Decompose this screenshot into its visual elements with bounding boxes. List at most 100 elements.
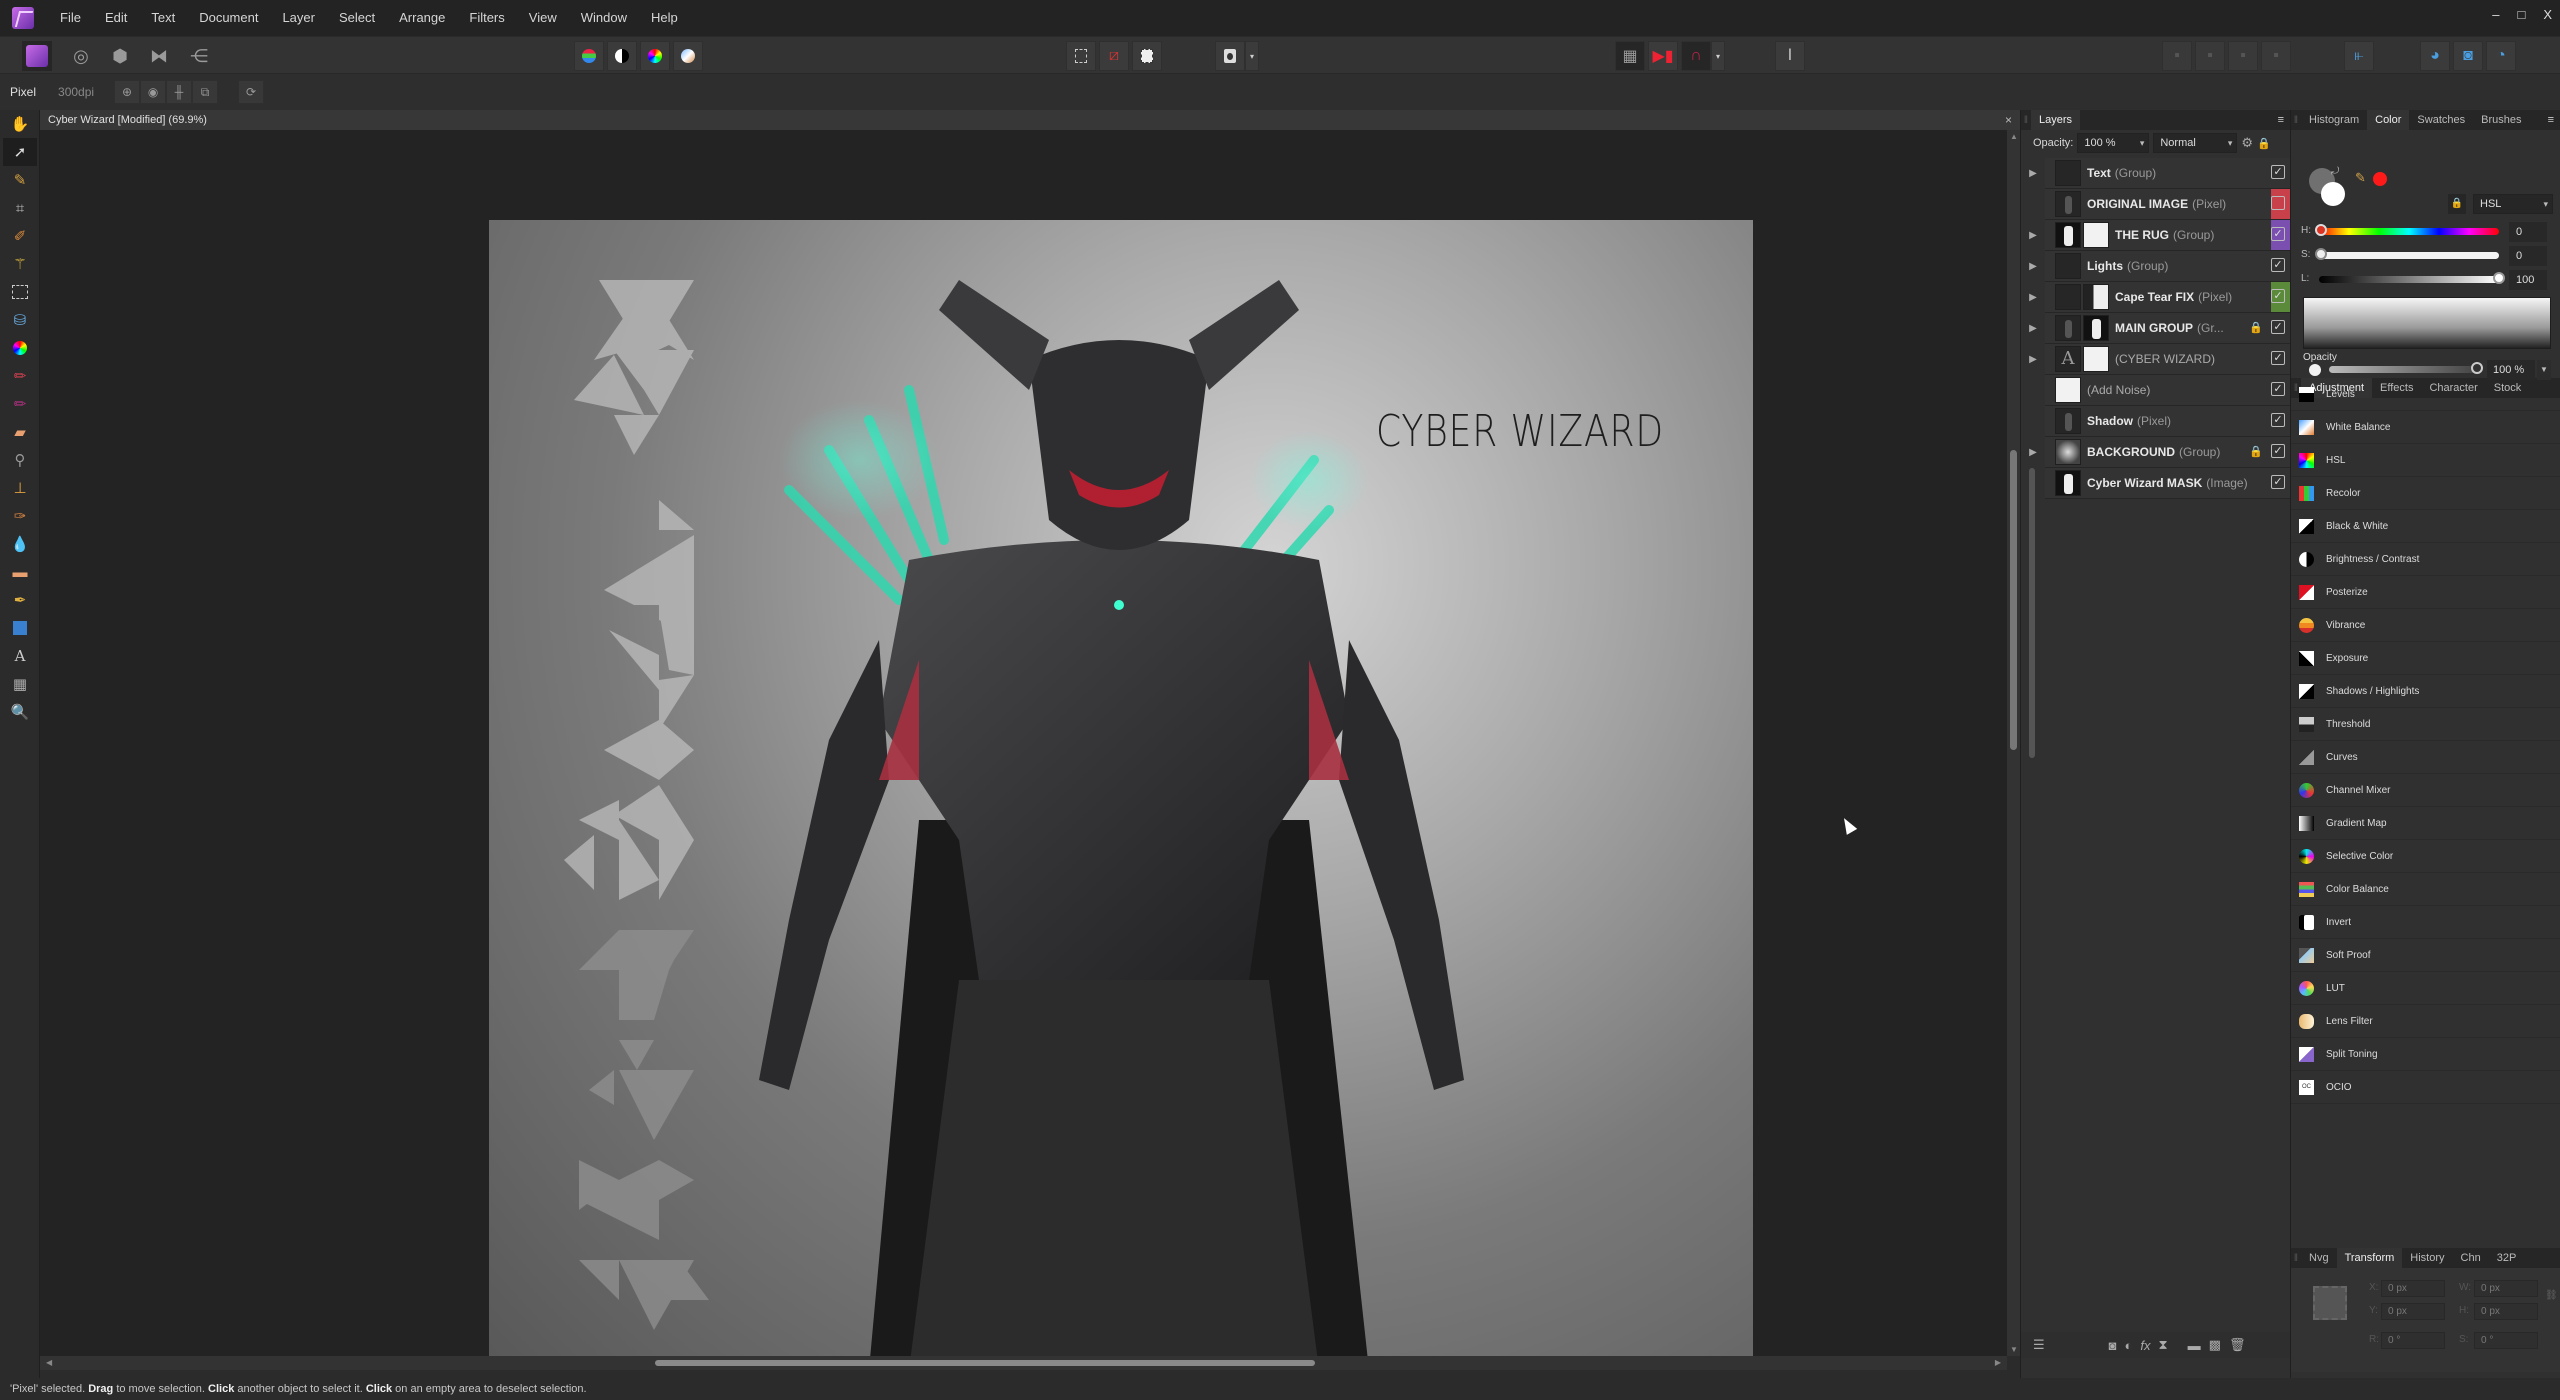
inpainting-tool[interactable]: ✑ [3,502,37,530]
close-window-button[interactable]: X [2543,0,2552,30]
lock-icon[interactable]: 🔒 [2249,445,2263,458]
layer-row-add-noise[interactable]: (Add Noise) ✓ [2045,375,2291,406]
menu-file[interactable]: File [48,0,93,36]
snapping-button[interactable]: ∩ [1681,41,1711,71]
visibility-checkbox[interactable]: ✓ [2271,258,2285,272]
scale-with-objects-button[interactable]: ⧉ [192,80,219,104]
assistant-button[interactable]: ▶▮ [1648,41,1678,71]
hue-value-field[interactable]: 0 [2509,222,2547,242]
artistic-text-tool[interactable]: A [3,642,37,670]
x-position-field[interactable]: 0 px [2381,1280,2445,1297]
tab-navigator[interactable]: Nvg [2301,1248,2337,1268]
close-document-button[interactable]: × [2005,110,2012,130]
layer-row-lights[interactable]: ▶ Lights (Group) ✓ [2029,251,2291,282]
menu-filters[interactable]: Filters [457,0,516,36]
rotation-field[interactable]: 0 ° [2381,1332,2445,1349]
layers-scrollbar[interactable] [2027,158,2037,1338]
adjustment-lens-filter[interactable]: Lens Filter [2291,1005,2560,1038]
adjustment-exposure[interactable]: Exposure [2291,642,2560,675]
expand-triangle-icon[interactable]: ▶ [2025,354,2041,365]
select-all-button[interactable] [1066,41,1096,71]
expand-triangle-icon[interactable]: ▶ [2025,168,2041,179]
adjustment-selective-color[interactable]: Selective Color [2291,840,2560,873]
grid-toggle-button[interactable]: ▦ [1615,41,1645,71]
adjustment-gradient-map[interactable]: Gradient Map [2291,807,2560,840]
visibility-checkbox[interactable]: ✓ [2271,320,2285,334]
menu-select[interactable]: Select [327,0,387,36]
arrange-front-button[interactable]: ▪ [2261,41,2291,71]
adjustment-black-white[interactable]: Black & White [2291,510,2560,543]
layer-row-text[interactable]: ▶ Text (Group) ✓ [2029,158,2291,189]
adjustment-layer-icon[interactable]: ◐ [2125,1338,2133,1353]
rotate-button[interactable]: ⟳ [238,80,265,104]
menu-layer[interactable]: Layer [270,0,327,36]
tab-histogram[interactable]: Histogram [2301,110,2367,130]
menu-help[interactable]: Help [639,0,690,36]
marquee-tool[interactable] [3,278,37,306]
erase-brush-tool[interactable]: ▰ [3,418,37,446]
boolean-subtract-button[interactable]: ◙ [2453,41,2483,71]
hsl-button[interactable] [640,41,670,71]
opacity-value-field[interactable]: 100 % [2487,360,2535,380]
boolean-add-button[interactable]: ◕ [2420,41,2450,71]
hue-slider-knob[interactable] [2315,224,2327,236]
horizontal-scrollbar[interactable]: ◀ ▶ [40,1356,2007,1370]
menu-arrange[interactable]: Arrange [387,0,457,36]
view-tool[interactable]: ✋ [3,110,37,138]
adjustment-lut[interactable]: LUT [2291,972,2560,1005]
opacity-dropdown[interactable]: ▼ [2537,360,2551,380]
blend-mode-select[interactable]: Normal [2153,133,2238,153]
tab-channels[interactable]: Chn [2453,1248,2489,1268]
white-balance-button[interactable] [673,41,703,71]
layer-row-original-image[interactable]: ORIGINAL IMAGE (Pixel) [2045,189,2291,220]
adjustment-invert[interactable]: Invert [2291,906,2560,939]
photo-persona-button[interactable] [22,41,52,71]
lock-icon[interactable]: 🔒 [2257,137,2271,150]
scroll-left-icon[interactable]: ◀ [46,1358,52,1367]
visibility-checkbox[interactable]: ✓ [2271,444,2285,458]
transform-origin-button[interactable]: ⊕ [114,80,141,104]
tab-layers[interactable]: Layers [2031,110,2081,130]
scroll-down-icon[interactable]: ▼ [2010,1345,2018,1354]
mesh-warp-tool[interactable]: ▦ [3,670,37,698]
menu-document[interactable]: Document [187,0,270,36]
zoom-tool[interactable]: 🔍 [3,698,37,726]
eyedropper-icon[interactable]: ✎ [2355,170,2366,186]
menu-window[interactable]: Window [569,0,639,36]
layer-row-cyber-wizard-mask[interactable]: Cyber Wizard MASK (Image) ✓ [2045,468,2291,499]
develop-persona-button[interactable]: ⬢ [105,41,135,71]
visibility-checkbox[interactable]: ✓ [2271,165,2285,179]
visibility-checkbox[interactable] [2271,196,2285,210]
snapping-dropdown[interactable]: ▾ [1711,41,1725,71]
document-tab[interactable]: Cyber Wizard [Modified] (69.9%) × [40,110,2020,130]
color-preview-gradient[interactable] [2303,297,2551,349]
panel-grip-icon[interactable]: ‖ [2291,115,2301,126]
visibility-checkbox[interactable]: ✓ [2271,351,2285,365]
adjustment-shadows-highlights[interactable]: Shadows / Highlights [2291,675,2560,708]
invert-selection-button[interactable] [1132,41,1162,71]
tab-brushes[interactable]: Brushes [2473,110,2529,130]
show-selection-box-button[interactable]: ◉ [140,80,167,104]
y-position-field[interactable]: 0 px [2381,1303,2445,1320]
move-tool[interactable]: ➚ [3,138,37,166]
layer-row-cape-tear-fix[interactable]: ▶ Cape Tear FIX (Pixel) ✓ [2029,282,2291,313]
menu-view[interactable]: View [517,0,569,36]
align-button[interactable]: ⫦ [2344,41,2374,71]
visibility-checkbox[interactable]: ✓ [2271,227,2285,241]
panel-grip-icon[interactable]: ‖ [2291,1253,2301,1264]
levels-button[interactable] [574,41,604,71]
clone-tool[interactable]: ⊥ [3,474,37,502]
vertical-scroll-thumb[interactable] [2010,450,2017,750]
lightness-value-field[interactable]: 100 [2509,270,2547,290]
horizontal-scroll-thumb[interactable] [655,1360,1315,1366]
lock-icon[interactable]: 🔒 [2249,321,2263,334]
visibility-checkbox[interactable]: ✓ [2271,475,2285,489]
gradient-tool[interactable] [3,334,37,362]
adjustment-ocio[interactable]: OC OCIO [2291,1071,2560,1104]
mask-layer-icon[interactable]: ◙ [2109,1338,2117,1353]
arrange-backward-button[interactable]: ▪ [2195,41,2225,71]
saturation-value-field[interactable]: 0 [2509,246,2547,266]
maximize-button[interactable]: □ [2517,0,2525,30]
lock-icon[interactable]: 🔒 [2448,194,2466,214]
foreground-color-swatch[interactable] [2321,182,2345,206]
